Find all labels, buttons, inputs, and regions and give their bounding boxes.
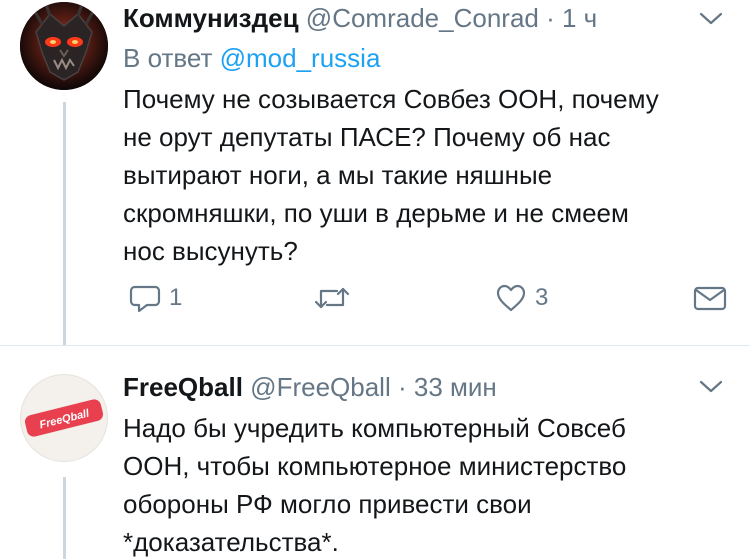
tweet-header: FreeQball @FreeQball · 33 мин [123,370,497,404]
tweet-text-line: Надо бы учредить компьютерный Совсеб [123,413,626,443]
tweet-actions: 1 3 [123,280,733,316]
dark-skull-mask-icon [20,2,108,90]
tweet-text: Надо бы учредить компьютерный Совсеб ООН… [123,409,713,559]
user-handle[interactable]: @Comrade_Conrad [306,3,539,33]
timestamp[interactable]: 1 ч [562,3,597,33]
reply-context: В ответ @mod_russia [123,41,380,75]
like-button[interactable]: 3 [495,280,548,316]
heart-icon [495,283,527,313]
freeqball-logo-icon: FreeQball [24,399,104,437]
avatar[interactable] [20,2,108,90]
user-handle[interactable]: @FreeQball [250,372,391,402]
avatar[interactable]: FreeQball [20,374,108,462]
tweet-text: Почему не созывается Совбез ООН, почему … [123,80,723,270]
tweet-text-line: ООН, чтобы компьютерное министерство [123,451,627,481]
timeline: Коммуниздец @Comrade_Conrad · 1 ч В отве… [0,0,750,559]
tweet-text-line: обороны РФ могло привести свои [123,489,532,519]
thread-line [63,102,66,345]
chevron-down-icon[interactable] [698,6,724,32]
retweet-icon [313,283,351,313]
separator-dot: · [397,372,407,402]
reply-button[interactable]: 1 [129,280,182,316]
reply-count: 1 [169,284,183,311]
timestamp[interactable]: 33 мин [414,372,497,402]
tweet-header: Коммуниздец @Comrade_Conrad · 1 ч [123,1,597,35]
envelope-icon [693,283,727,313]
display-name[interactable]: FreeQball [123,372,243,402]
reply-prefix: В ответ [123,43,213,73]
tweet-card[interactable]: FreeQball FreeQball @FreeQball · 33 мин … [0,346,750,559]
retweet-button[interactable] [313,280,359,316]
tweet-card[interactable]: Коммуниздец @Comrade_Conrad · 1 ч В отве… [0,0,750,345]
separator-dot: · [546,3,555,33]
tweet-text-line: *доказательства*. [123,527,339,557]
tweet-text-line: не орут депутаты ПАСЕ? Почему об нас [123,122,611,152]
display-name[interactable]: Коммуниздец [123,3,299,33]
tweet-text-line: нос высунуть? [123,236,298,266]
direct-message-button[interactable] [693,280,727,316]
thread-line [63,477,66,559]
tweet-text-line: скромняшки, по уши в дерьме и не смеем [123,198,629,228]
chevron-down-icon[interactable] [698,374,724,400]
tweet-text-line: Почему не созывается Совбез ООН, почему [123,84,659,114]
like-count: 3 [535,284,549,311]
tweet-text-line: вытирают ноги, а мы такие няшные [123,160,553,190]
reply-mention-link[interactable]: @mod_russia [220,43,381,73]
reply-icon [129,283,161,313]
